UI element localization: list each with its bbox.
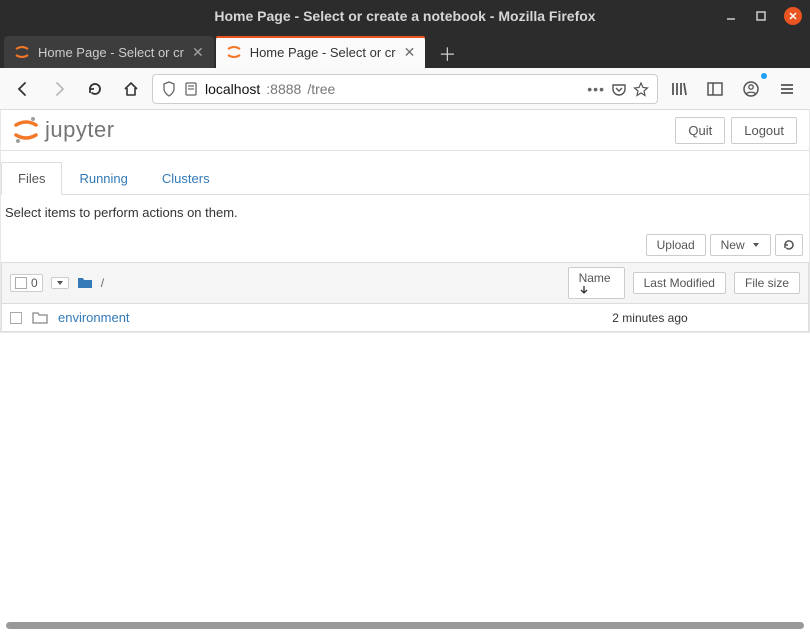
tab-running[interactable]: Running	[62, 162, 144, 195]
address-bar[interactable]: localhost :8888/tree •••	[152, 74, 658, 104]
row-checkbox[interactable]	[10, 312, 22, 324]
jupyter-logo[interactable]: jupyter	[13, 116, 115, 144]
caret-down-icon	[752, 241, 760, 249]
sort-name-label: Name	[579, 271, 611, 285]
sort-size-button[interactable]: File size	[734, 272, 800, 294]
jupyter-toolbar: Upload New	[1, 230, 809, 262]
selected-count: 0	[31, 276, 38, 290]
new-tab-button[interactable]: ＋	[433, 40, 461, 68]
refresh-button[interactable]	[775, 234, 803, 256]
quit-button[interactable]: Quit	[675, 117, 725, 144]
reload-button[interactable]	[80, 74, 110, 104]
file-list-header: 0 / Name Last Modified File size	[1, 262, 809, 304]
new-button[interactable]: New	[710, 234, 771, 256]
hamburger-menu-icon[interactable]	[772, 74, 802, 104]
select-all-checkbox[interactable]	[15, 277, 27, 289]
jupyter-tabs: Files Running Clusters	[1, 151, 809, 195]
horizontal-scrollbar[interactable]	[6, 622, 804, 629]
browser-tab[interactable]: Home Page - Select or cr ✕	[4, 36, 214, 68]
browser-navbar: localhost :8888/tree •••	[0, 68, 810, 110]
select-all-control[interactable]: 0	[10, 274, 43, 292]
tab-close-icon[interactable]: ✕	[192, 44, 204, 61]
folder-icon[interactable]	[77, 276, 93, 290]
url-path: /tree	[307, 81, 335, 97]
pocket-icon[interactable]	[611, 81, 627, 97]
sidebar-icon[interactable]	[700, 74, 730, 104]
titlebar: Home Page - Select or create a notebook …	[0, 0, 810, 32]
browser-tab-label: Home Page - Select or cr	[38, 45, 184, 60]
site-info-icon[interactable]	[183, 81, 199, 97]
tab-clusters[interactable]: Clusters	[145, 162, 227, 195]
url-port: :8888	[266, 81, 301, 97]
refresh-icon	[782, 238, 796, 252]
new-button-label: New	[721, 238, 745, 252]
item-name[interactable]: environment	[58, 310, 130, 325]
select-menu-button[interactable]	[51, 277, 69, 289]
forward-button[interactable]	[44, 74, 74, 104]
jupyter-header: jupyter Quit Logout	[1, 110, 809, 151]
jupyter-logo-text: jupyter	[45, 117, 115, 143]
jupyter-favicon-icon	[226, 44, 242, 60]
list-item[interactable]: environment 2 minutes ago	[1, 304, 809, 332]
logout-button[interactable]: Logout	[731, 117, 797, 144]
window-title: Home Page - Select or create a notebook …	[0, 8, 810, 24]
jupyter-logo-icon	[13, 116, 39, 144]
back-button[interactable]	[8, 74, 38, 104]
item-modified: 2 minutes ago	[580, 311, 720, 325]
page-content: jupyter Quit Logout Files Running Cluste…	[0, 110, 810, 333]
caret-down-icon	[56, 279, 64, 287]
arrow-down-icon	[579, 285, 614, 295]
browser-tab-bar: Home Page - Select or cr ✕ Home Page - S…	[0, 32, 810, 68]
more-icon[interactable]: •••	[587, 81, 605, 97]
browser-tab-label: Home Page - Select or cr	[250, 45, 396, 60]
minimize-button[interactable]	[724, 9, 738, 23]
close-button[interactable]	[784, 7, 802, 25]
browser-tab[interactable]: Home Page - Select or cr ✕	[216, 36, 426, 68]
bookmark-star-icon[interactable]	[633, 81, 649, 97]
tab-close-icon[interactable]: ✕	[404, 44, 416, 61]
home-button[interactable]	[116, 74, 146, 104]
breadcrumb-root[interactable]: /	[101, 276, 104, 290]
tab-files[interactable]: Files	[1, 162, 62, 195]
library-icon[interactable]	[664, 74, 694, 104]
upload-button[interactable]: Upload	[646, 234, 706, 256]
folder-outline-icon	[32, 311, 48, 325]
profile-icon[interactable]	[736, 74, 766, 104]
action-hint: Select items to perform actions on them.	[1, 195, 809, 230]
shield-icon[interactable]	[161, 81, 177, 97]
sort-name-button[interactable]: Name	[568, 267, 625, 299]
sort-modified-button[interactable]: Last Modified	[633, 272, 726, 294]
jupyter-favicon-icon	[14, 44, 30, 60]
maximize-button[interactable]	[754, 9, 768, 23]
url-host: localhost	[205, 81, 260, 97]
